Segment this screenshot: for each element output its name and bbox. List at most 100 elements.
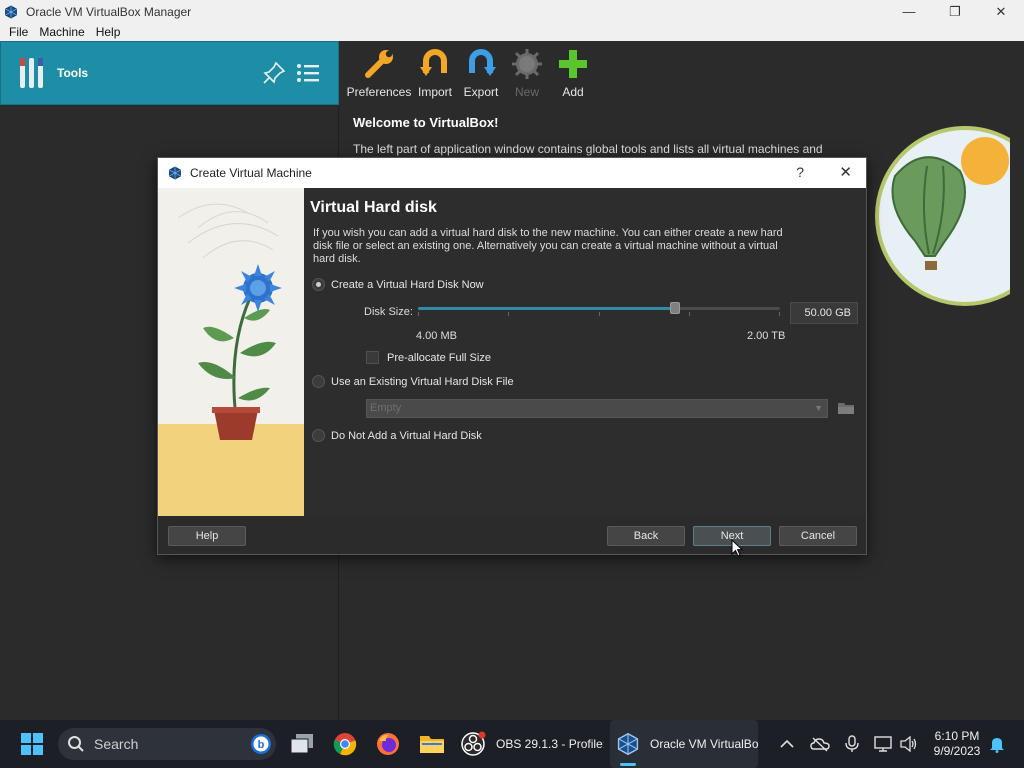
welcome-text: The left part of application window cont… <box>353 142 823 156</box>
add-label: Add <box>562 85 584 99</box>
existing-disk-select[interactable]: Empty ▼ <box>366 399 828 418</box>
slider-tick <box>418 312 419 316</box>
network-icon <box>874 736 892 752</box>
virtualbox-icon <box>617 732 639 756</box>
minimize-button[interactable]: — <box>886 0 932 23</box>
do-not-add-radio[interactable] <box>312 429 325 442</box>
folder-icon <box>420 736 444 753</box>
virtualbox-icon <box>169 166 181 180</box>
slider-tick <box>508 312 509 316</box>
page-title: Virtual Hard disk <box>310 199 437 216</box>
slider-tick <box>779 312 780 316</box>
active-indicator <box>620 763 636 766</box>
start-button[interactable] <box>14 720 50 768</box>
create-disk-radio[interactable] <box>312 278 325 291</box>
export-icon <box>469 49 496 76</box>
add-icon <box>559 50 587 78</box>
notifications-button[interactable] <box>986 720 1008 768</box>
tray-overflow-button[interactable] <box>776 720 798 768</box>
onedrive-offline-icon <box>810 737 830 752</box>
speaker-icon <box>900 736 917 752</box>
import-label: Import <box>417 85 452 99</box>
tools-icon <box>20 58 43 88</box>
microphone-icon <box>845 735 859 752</box>
obs-task-label: OBS 29.1.3 - Profile: U <box>496 737 604 751</box>
windows-start-icon <box>21 733 43 755</box>
clock-time: 6:10 PM <box>934 729 980 743</box>
wizard-page: Virtual Hard disk If you wish you can ad… <box>304 188 866 516</box>
dialog-footer: Help Back Next Cancel <box>158 516 866 554</box>
wizard-illustration <box>158 188 304 516</box>
virtualbox-icon <box>5 5 17 18</box>
flower-pot-illustration <box>158 203 304 516</box>
virtualbox-taskbar-item[interactable]: Oracle VM VirtualBo <box>610 720 758 768</box>
obs-taskbar-item[interactable]: OBS 29.1.3 - Profile: U <box>460 720 606 768</box>
disk-size-label: Disk Size: <box>364 306 413 318</box>
menu-file[interactable]: File <box>9 25 28 39</box>
bell-icon <box>990 738 1004 753</box>
file-explorer-button[interactable] <box>414 720 450 768</box>
back-button[interactable]: Back <box>607 526 685 546</box>
existing-disk-value: Empty <box>370 402 402 414</box>
search-icon <box>68 736 84 752</box>
create-vm-dialog: Create Virtual Machine ? ✕ Virtual Hard … <box>157 157 867 555</box>
folder-icon[interactable] <box>837 399 855 417</box>
help-button[interactable]: Help <box>168 526 246 546</box>
chevron-down-icon: ▼ <box>814 403 823 413</box>
import-button[interactable]: Import <box>414 41 456 103</box>
disk-size-slider[interactable] <box>418 300 780 316</box>
do-not-add-label: Do Not Add a Virtual Hard Disk <box>331 429 482 442</box>
disk-size-field[interactable]: 50.00 GB <box>790 302 858 324</box>
virtualbox-task-label: Oracle VM VirtualBo <box>650 737 758 751</box>
preallocate-option[interactable]: Pre-allocate Full Size <box>366 351 491 364</box>
slider-fill <box>418 307 675 310</box>
mouse-cursor-icon <box>731 539 743 557</box>
volume-tray-button[interactable] <box>898 720 920 768</box>
disk-size-min-label: 4.00 MB <box>416 330 457 342</box>
preallocate-checkbox[interactable] <box>366 351 379 364</box>
microphone-tray-button[interactable] <box>840 720 864 768</box>
create-disk-label: Create a Virtual Hard Disk Now <box>331 278 484 291</box>
do-not-add-option[interactable]: Do Not Add a Virtual Hard Disk <box>312 429 482 442</box>
sidebar-item-tools[interactable]: Tools <box>0 41 339 105</box>
hamburger-menu-icon[interactable] <box>295 60 321 86</box>
use-existing-option[interactable]: Use an Existing Virtual Hard Disk File <box>312 375 514 388</box>
create-disk-option[interactable]: Create a Virtual Hard Disk Now <box>312 278 484 291</box>
slider-tick <box>689 312 690 316</box>
network-tray-button[interactable] <box>872 720 894 768</box>
main-toolbar: Preferences Import Export New Add <box>347 41 598 103</box>
onedrive-tray-button[interactable] <box>806 720 834 768</box>
menubar: File Machine Help <box>0 23 1024 41</box>
clock-date: 9/9/2023 <box>933 744 981 758</box>
cancel-button[interactable]: Cancel <box>779 526 857 546</box>
preallocate-label: Pre-allocate Full Size <box>387 351 491 364</box>
pin-icon[interactable] <box>261 60 287 86</box>
preferences-icon <box>365 50 393 78</box>
clock[interactable]: 6:10 PM 9/9/2023 <box>922 729 992 759</box>
export-label: Export <box>463 85 499 99</box>
add-button[interactable]: Add <box>552 41 594 103</box>
close-window-button[interactable]: ✕ <box>978 0 1024 23</box>
new-button[interactable]: New <box>506 41 548 103</box>
taskbar: Search b OBS 29.1.3 - Profile: Oracle VM… <box>0 720 1024 768</box>
slider-thumb[interactable] <box>670 302 680 314</box>
menu-help[interactable]: Help <box>96 25 121 39</box>
context-help-button[interactable]: ? <box>796 164 804 180</box>
task-view-icon <box>290 734 313 754</box>
export-button[interactable]: Export <box>460 41 502 103</box>
use-existing-label: Use an Existing Virtual Hard Disk File <box>331 375 514 388</box>
bing-icon[interactable]: b <box>250 733 272 755</box>
firefox-icon <box>377 733 399 755</box>
obs-icon <box>461 731 486 756</box>
preferences-button[interactable]: Preferences <box>347 41 411 103</box>
tools-label: Tools <box>57 66 89 80</box>
restore-button[interactable]: ❐ <box>932 0 978 23</box>
task-view-button[interactable] <box>284 720 320 768</box>
chrome-button[interactable] <box>327 720 363 768</box>
firefox-button[interactable] <box>370 720 406 768</box>
menu-machine[interactable]: Machine <box>39 25 84 39</box>
taskbar-search[interactable]: Search b <box>58 728 276 760</box>
svg-text:b: b <box>258 739 265 751</box>
use-existing-radio[interactable] <box>312 375 325 388</box>
dialog-close-button[interactable]: ✕ <box>839 163 852 181</box>
